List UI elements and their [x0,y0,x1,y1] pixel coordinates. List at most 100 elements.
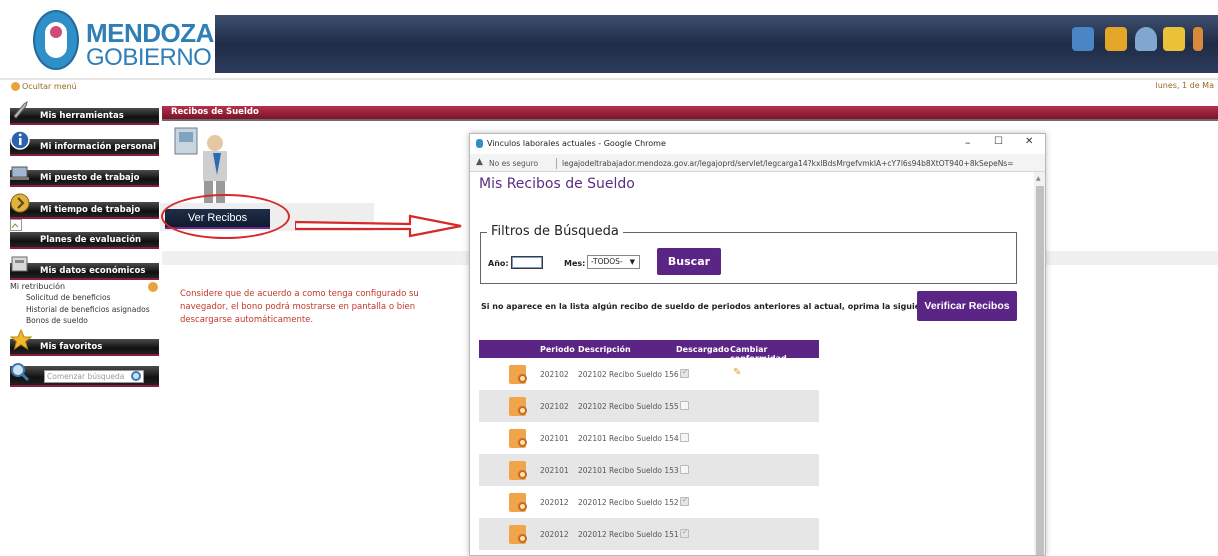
sidebar-item-label: Mi tiempo de trabajo [40,205,141,215]
month-select[interactable]: -TODOS- ▼ [587,255,640,269]
url-text[interactable]: legajodeltrabajador.mendoza.gov.ar/legaj… [562,159,1014,168]
magnifier-icon [518,502,527,511]
mendoza-emblem-icon [33,10,79,70]
table-row: 202102 202102 Recibo Sueldo 155 [479,390,819,422]
scrollbar-thumb[interactable] [1036,186,1044,555]
submenu-item[interactable]: Bonos de sueldo [26,316,88,325]
address-separator [556,158,557,169]
edit-conformity-icon[interactable]: ✎ [733,367,741,378]
sidebar-item-favoritos[interactable]: Mis favoritos [10,339,159,356]
sidebar-item-tiempo-trabajo[interactable]: Mi tiempo de trabajo [10,202,159,219]
cell-descripcion: 202102 Recibo Sueldo 156 [578,370,679,379]
search-submit-icon[interactable] [131,371,141,381]
submenu-item[interactable]: Historial de beneficios asignados [26,305,150,314]
hide-menu-icon[interactable] [11,82,20,91]
cell-periodo: 202102 [540,402,569,411]
current-date: lunes, 1 de Ma [1155,81,1214,90]
header-divider [0,78,1218,80]
header-periodo: Periodo [540,345,575,354]
submenu-title[interactable]: Mi retribución [10,282,65,291]
favorite-star-icon[interactable] [1163,27,1185,51]
sidebar-item-label: Mis herramientas [40,111,124,121]
annotation-arrow-icon [295,214,462,238]
cell-descripcion: 202012 Recibo Sueldo 151 [578,530,679,539]
site-favicon-icon [476,139,483,148]
logo[interactable]: MENDOZA GOBIERNO [0,0,215,78]
hide-menu-link[interactable]: Ocultar menú [22,82,77,91]
cell-descripcion: 202102 Recibo Sueldo 155 [578,402,679,411]
sidebar-item-label: Mis favoritos [40,342,103,352]
laptop-icon [10,166,29,180]
table-row: 202012 202012 Recibo Sueldo 151 ✓ [479,518,819,550]
year-input[interactable] [511,256,543,269]
descargado-checkbox: ✓ [680,528,689,538]
cell-periodo: 202101 [540,434,569,443]
cell-periodo: 202102 [540,370,569,379]
table-header: Periodo Descripción Descargado Cambiar c… [479,340,819,363]
info-icon [10,130,30,150]
search-button[interactable]: Buscar [657,248,721,275]
cell-periodo: 202012 [540,530,569,539]
descargado-checkbox: ✓ [680,368,689,378]
magnifier-icon [518,406,527,415]
header-banner [215,15,1218,73]
descargado-checkbox: ✓ [680,496,689,506]
chevron-right-icon [10,193,30,213]
sidebar-item-herramientas[interactable]: Mis herramientas [10,108,159,125]
sidebar-item-informacion-personal[interactable]: Mi información personal [10,139,159,156]
logo-text-line2: GOBIERNO [86,44,212,71]
descargado-checkbox [680,465,689,474]
section-divider [162,119,1218,121]
month-label: Mes: [564,259,586,268]
page-title: Mis Recibos de Sueldo [479,176,635,192]
check-icon: ✓ [682,496,688,504]
network-icon[interactable] [1072,27,1094,51]
magnifier-icon [518,374,527,383]
header-descripcion: Descripción [578,345,631,354]
close-button[interactable]: ✕ [1025,136,1033,147]
sidebar-item-puesto-trabajo[interactable]: Mi puesto de trabajo [10,170,159,187]
sidebar-item-planes-evaluacion[interactable]: Planes de evaluación [10,232,159,249]
maximize-button[interactable]: ☐ [994,136,1003,147]
minimize-button[interactable]: – [965,136,971,149]
verify-info-text: Si no aparece en la lista algún recibo d… [481,302,971,311]
highlight-ellipse [161,194,290,239]
home-icon[interactable] [1105,27,1127,51]
table-row: 202102 202102 Recibo Sueldo 156 ✓ ✎ [479,358,819,390]
submenu-item[interactable]: Solicitud de beneficios [26,293,111,302]
check-icon: ✓ [682,528,688,536]
money-icon [11,256,28,272]
check-icon: ✓ [682,368,688,376]
filters-fieldset [480,232,1017,284]
warning-icon[interactable]: ▲ [476,157,483,167]
window-titlebar: Vinculos laborales actuales - Google Chr… [470,134,1045,154]
sidebar-item-datos-economicos[interactable]: Mis datos económicos [10,263,159,280]
verify-receipts-button[interactable]: Verificar Recibos [917,291,1017,321]
chrome-popup-window: Vinculos laborales actuales - Google Chr… [469,133,1046,556]
download-notice: Considere que de acuerdo a como tenga co… [180,289,419,325]
header: MENDOZA GOBIERNO [0,0,1218,78]
cell-descripcion: 202101 Recibo Sueldo 154 [578,434,679,443]
address-bar[interactable]: ▲ No es seguro legajodeltrabajador.mendo… [470,154,1045,172]
broken-image-icon [10,219,22,231]
user-icon[interactable] [1135,27,1157,51]
not-secure-label[interactable]: No es seguro [489,159,538,168]
year-label: Año: [488,259,509,268]
magnifier-icon [518,534,527,543]
descargado-checkbox [680,401,689,410]
search-icon [11,363,30,382]
scroll-up-arrow-icon[interactable]: ▲ [1036,175,1041,182]
cell-periodo: 202101 [540,466,569,475]
collapse-icon[interactable] [148,282,158,292]
table-row: 202012 202012 Recibo Sueldo 152 ✓ [479,486,819,518]
magnifier-icon [518,470,527,479]
header-descargado: Descargado [676,345,730,354]
sidebar-item-label: Mis datos económicos [40,266,146,276]
sidebar-item-label: Planes de evaluación [40,235,142,245]
descargado-checkbox [680,433,689,442]
sidebar-item-label: Mi información personal [40,142,157,152]
search-input[interactable]: Comenzar búsqueda [44,370,144,383]
chevron-down-icon: ▼ [629,258,635,266]
star-icon [10,329,32,351]
exit-icon[interactable] [1193,27,1203,51]
